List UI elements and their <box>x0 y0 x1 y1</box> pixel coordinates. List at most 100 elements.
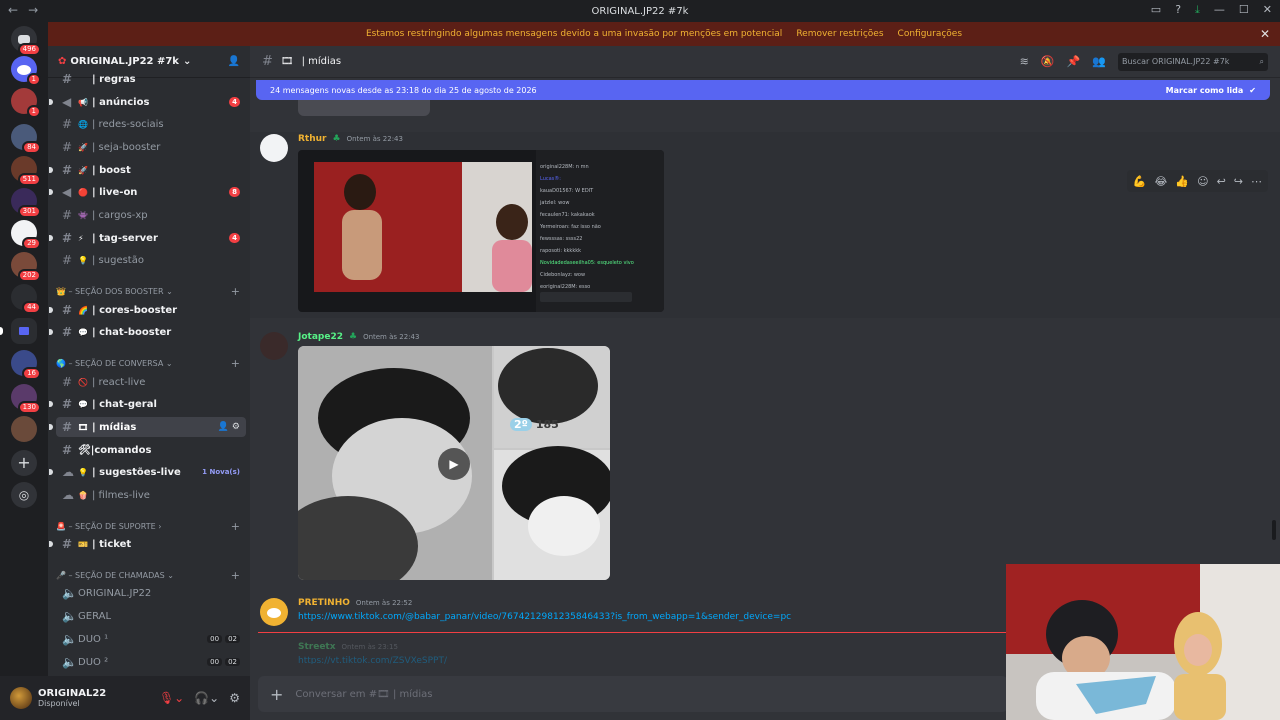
speaker-icon: 🔈 <box>62 586 77 600</box>
channel-redes-sociais[interactable]: # 🌐 | redes-sociais <box>56 114 246 134</box>
minimize-button[interactable]: — <box>1214 3 1225 17</box>
scrollbar[interactable] <box>1272 520 1276 540</box>
add-channel-icon[interactable]: + <box>231 357 240 370</box>
author-name[interactable]: Streetx <box>298 642 336 652</box>
user-limit: 00 02 <box>207 635 240 643</box>
message-composer[interactable]: + Conversar em #🎞 | mídias <box>258 676 1008 712</box>
channel-live-on[interactable]: ◀ 🔴 | live-on 8 <box>49 182 246 202</box>
channel-sugestoes-live[interactable]: ☁ 💡 | sugestões-live 1 Nova(s) <box>49 462 246 482</box>
voice-channel-geral[interactable]: 🔈 GERAL <box>56 606 246 626</box>
maximize-button[interactable]: ☐ <box>1239 3 1249 17</box>
channel-cores-booster[interactable]: # 🌈 | cores-booster <box>49 300 246 320</box>
server-avatar[interactable]: 44 <box>11 284 41 314</box>
author-name[interactable]: Rthur <box>298 134 327 144</box>
settings-link[interactable]: Configurações <box>898 29 962 39</box>
remove-restrictions-link[interactable]: Remover restrições <box>796 29 883 39</box>
discord-server-icon[interactable]: 1 <box>11 56 41 86</box>
more-icon[interactable]: ⋯ <box>1251 175 1262 188</box>
inbox-icon[interactable]: ▭ <box>1151 3 1161 17</box>
mic-muted-icon[interactable]: 🎙⌄ <box>159 691 184 705</box>
server-avatar[interactable]: 301 <box>11 188 41 218</box>
member-list-icon[interactable]: 👥 <box>1092 55 1106 68</box>
server-avatar[interactable] <box>11 416 37 442</box>
thumbs-up-icon[interactable]: 👍 <box>1175 175 1189 188</box>
voice-channel-duo-2[interactable]: 🔈 DUO ² 00 02 <box>56 652 246 672</box>
discover-icon[interactable]: ◎ <box>11 482 37 508</box>
avatar[interactable] <box>260 332 288 360</box>
add-reaction-icon[interactable]: ☺ <box>1197 175 1208 188</box>
folder-icon[interactable] <box>11 318 37 344</box>
threads-icon[interactable]: ≋ <box>1020 55 1029 68</box>
channel-react-live[interactable]: # 🚫 | react-live <box>56 372 246 392</box>
add-attachment-icon[interactable]: + <box>270 685 283 704</box>
channel-cargos-xp[interactable]: # 👾 | cargos-xp <box>56 205 246 225</box>
direct-messages-icon[interactable]: 496 <box>11 26 41 56</box>
download-icon[interactable]: ⤓ <box>1195 3 1200 17</box>
voice-channel-duo-1[interactable]: 🔈 DUO ¹ 00 02 <box>56 629 246 649</box>
reaction-icon[interactable]: 💪 <box>1133 175 1147 188</box>
forward-arrow-icon[interactable]: → <box>28 3 38 17</box>
reply-icon[interactable]: ↩ <box>1217 175 1226 188</box>
channel-name: | tag-server <box>92 232 158 244</box>
category-conversa[interactable]: 🌎 – SEÇÃO DE CONVERSA ⌄ + <box>56 357 240 370</box>
previous-image[interactable] <box>298 98 430 116</box>
channel-ticket[interactable]: # 🎫 | ticket <box>49 534 246 554</box>
notification-bell-icon[interactable]: 🔕 <box>1041 55 1055 68</box>
back-arrow-icon[interactable]: ← <box>8 3 18 17</box>
channel-filmes-live[interactable]: ☁ 🍿 | filmes-live <box>56 485 246 505</box>
channel-midias[interactable]: # 🎞 | mídias 👤 ⚙ <box>49 417 246 437</box>
image-attachment[interactable]: original228M: n mn Lucas®: kauaD01567: W… <box>298 150 664 312</box>
server-avatar[interactable]: 1 <box>11 88 41 118</box>
channel-chat-geral[interactable]: # 💬 | chat-geral <box>49 394 246 414</box>
help-icon[interactable]: ? <box>1175 3 1181 17</box>
server-avatar[interactable]: 130 <box>11 384 41 414</box>
category-suporte[interactable]: 🚨 – SEÇÃO DE SUPORTE › + <box>56 520 240 533</box>
server-avatar[interactable]: 16 <box>11 350 41 380</box>
server-avatar[interactable]: 29 <box>11 220 41 250</box>
channel-anuncios[interactable]: ◀ 📢 | anúncios 4 <box>49 92 246 112</box>
category-booster[interactable]: 👑 – SEÇÃO DOS BOOSTER ⌄ + <box>56 285 240 298</box>
channel-seja-booster[interactable]: # 🚀 | seja-booster <box>56 137 246 157</box>
invite-icon[interactable]: 👤 <box>228 56 240 67</box>
pin-icon[interactable]: 📌 <box>1067 55 1081 68</box>
video-attachment[interactable]: 2º 185 ▶ <box>298 346 610 580</box>
forward-icon[interactable]: ↪ <box>1234 175 1243 188</box>
channel-comandos[interactable]: # 🛠|comandos <box>56 440 246 460</box>
category-chamadas[interactable]: 🎤 – SEÇÃO DE CHAMADAS ⌄ + <box>56 569 240 582</box>
mark-as-read-button[interactable]: Marcar como lida <box>1166 86 1244 95</box>
channel-sugestao[interactable]: # 💡 | sugestão <box>56 250 246 270</box>
server-avatar[interactable]: 511 <box>11 156 41 186</box>
reaction-icon[interactable]: 😂 <box>1155 175 1168 188</box>
play-button[interactable]: ▶ <box>438 448 470 480</box>
hash-icon: # <box>62 420 73 434</box>
close-icon[interactable]: ✕ <box>1260 27 1270 41</box>
add-channel-icon[interactable]: + <box>231 285 240 298</box>
search-input[interactable]: Buscar ORIGINAL.JP22 #7k ⌕ <box>1118 52 1268 71</box>
channel-name: | sugestão <box>92 254 144 266</box>
channel-settings-icon[interactable]: 👤 ⚙ <box>218 422 240 432</box>
add-channel-icon[interactable]: + <box>231 569 240 582</box>
avatar[interactable] <box>10 687 32 709</box>
channel-regras[interactable]: # | regras <box>56 72 246 86</box>
channel-name: | seja-booster <box>92 141 161 153</box>
user-info[interactable]: ORIGINAL22 Disponível <box>38 688 106 708</box>
headphones-icon[interactable]: 🎧⌄ <box>194 691 219 705</box>
channel-name: | filmes-live <box>92 489 150 501</box>
channel-chat-booster[interactable]: # 💬 | chat-booster <box>49 322 246 342</box>
channel-boost[interactable]: # 🚀 | boost <box>49 160 246 180</box>
close-button[interactable]: ✕ <box>1263 3 1272 17</box>
tiktok-link[interactable]: https://vt.tiktok.com/ZSVXeSPPT/ <box>298 656 447 664</box>
gear-icon[interactable]: ⚙ <box>229 691 240 705</box>
channel-tag-server[interactable]: # ⚡ | tag-server 4 <box>49 228 246 248</box>
voice-channel-original[interactable]: 🔈 ORIGINAL.JP22 <box>56 583 246 603</box>
author-name[interactable]: PRETINHO <box>298 598 350 608</box>
avatar[interactable] <box>260 134 288 162</box>
add-channel-icon[interactable]: + <box>231 520 240 533</box>
server-avatar[interactable]: 202 <box>11 252 41 282</box>
tiktok-link[interactable]: https://www.tiktok.com/@babar_panar/vide… <box>298 612 791 622</box>
author-name[interactable]: Jotape22 <box>298 332 343 342</box>
add-server-icon[interactable]: + <box>11 450 37 476</box>
avatar[interactable] <box>260 598 288 626</box>
server-avatar[interactable]: 84 <box>11 124 41 154</box>
new-messages-bar[interactable]: 24 mensagens novas desde as 23:18 do dia… <box>256 80 1270 100</box>
